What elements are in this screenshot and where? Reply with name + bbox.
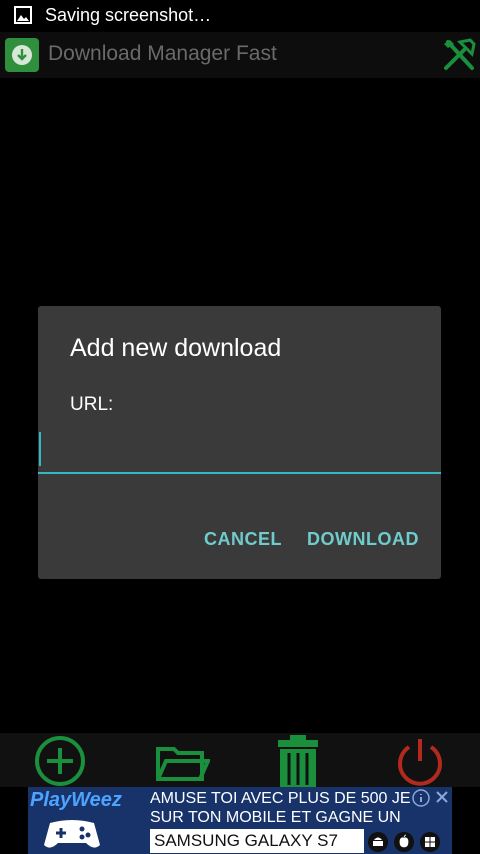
open-folder-icon[interactable] (150, 735, 210, 789)
windows-icon (420, 832, 440, 852)
apple-icon (394, 832, 414, 852)
action-bar: Download Manager Fast (0, 32, 480, 78)
text-cursor (39, 432, 41, 466)
add-icon[interactable] (30, 735, 90, 789)
bottom-toolbar (0, 733, 480, 789)
url-label: URL: (70, 394, 114, 415)
download-button[interactable]: DOWNLOAD (307, 525, 419, 554)
gamepad-icon (44, 820, 100, 848)
add-download-dialog: Add new download URL: CANCEL DOWNLOAD (38, 306, 441, 579)
notification-text: Saving screenshot… (45, 5, 212, 25)
android-icon (368, 832, 388, 852)
download-icon[interactable] (4, 36, 40, 74)
ad-close-icon[interactable] (434, 789, 450, 805)
ad-subheadline: SUR TON MOBILE ET GAGNE UN (150, 809, 401, 826)
ad-device-label: SAMSUNG GALAXY S7 (150, 829, 364, 853)
status-bar: Saving screenshot… (0, 0, 480, 32)
ad-headline: AMUSE TOI AVEC PLUS DE 500 JE (150, 790, 411, 807)
ad-info-icon[interactable] (412, 789, 430, 807)
dialog-title: Add new download (70, 334, 282, 362)
app-title: Download Manager Fast (48, 42, 277, 65)
image-icon (14, 6, 32, 24)
ad-brand-logo: PlayWeez (30, 789, 122, 811)
ad-banner[interactable]: PlayWeez AMUSE TOI AVEC PLUS DE 500 JE S… (28, 787, 452, 854)
cancel-button[interactable]: CANCEL (204, 525, 282, 554)
power-icon[interactable] (390, 735, 450, 789)
url-input[interactable] (38, 426, 441, 474)
tools-icon[interactable] (440, 36, 478, 74)
trash-icon[interactable] (268, 735, 328, 789)
